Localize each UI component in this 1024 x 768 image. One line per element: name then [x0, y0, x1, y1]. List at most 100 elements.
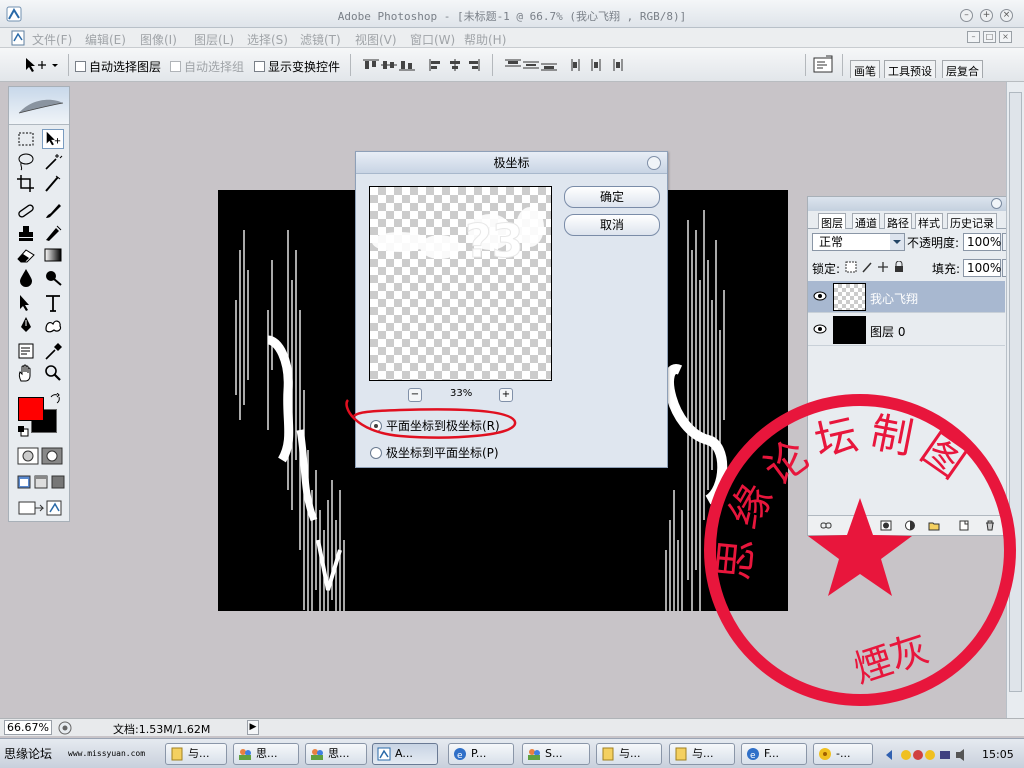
distribute-left-icon[interactable]	[570, 59, 588, 71]
status-info-icon[interactable]	[58, 721, 72, 735]
distribute-bottom-icon[interactable]	[540, 59, 558, 71]
align-vcenter-icon[interactable]	[380, 59, 398, 71]
right-scrollbar[interactable]	[1006, 82, 1024, 718]
taskbar-button-10[interactable]: -...	[813, 743, 873, 765]
eye-icon[interactable]	[813, 291, 827, 301]
menu-filter[interactable]: 滤镜(T)	[300, 31, 341, 48]
blur-tool-icon[interactable]	[15, 267, 37, 287]
new-group-icon[interactable]	[928, 520, 940, 531]
standard-mode-icon[interactable]	[17, 447, 39, 465]
marquee-tool-icon[interactable]	[15, 129, 37, 149]
align-hcenter-icon[interactable]	[446, 59, 464, 71]
jump-to-imageready-icon[interactable]	[17, 499, 65, 517]
eraser-tool-icon[interactable]	[15, 245, 37, 265]
layer-row-layer-0[interactable]: 图层 0	[808, 314, 1005, 346]
eye-icon[interactable]	[813, 324, 827, 334]
taskbar-button-6[interactable]: S...	[522, 743, 590, 765]
tab-channels[interactable]: 通道	[852, 213, 880, 230]
restore-button[interactable]: +	[980, 9, 993, 22]
zoom-tool-icon[interactable]	[42, 363, 64, 383]
polar-to-rect-radio[interactable]: 极坐标到平面坐标(P)	[370, 444, 499, 461]
healing-brush-tool-icon[interactable]	[15, 201, 37, 221]
align-bottom-icon[interactable]	[398, 59, 416, 71]
menu-image[interactable]: 图像(I)	[140, 31, 177, 48]
blend-mode-select[interactable]: 正常	[812, 233, 905, 251]
palette-tab-layer-comps[interactable]: 层复合	[942, 60, 983, 78]
align-top-icon[interactable]	[362, 59, 380, 71]
quick-mask-mode-icon[interactable]	[41, 447, 63, 465]
menu-view[interactable]: 视图(V)	[355, 31, 397, 48]
doc-close-button[interactable]: ×	[999, 31, 1012, 43]
taskbar-button-1[interactable]: 与...	[165, 743, 227, 765]
align-right-icon[interactable]	[464, 59, 482, 71]
menu-select[interactable]: 选择(S)	[247, 31, 288, 48]
distribute-right-icon[interactable]	[606, 59, 624, 71]
screen-mode-standard-icon[interactable]	[17, 475, 31, 489]
taskbar-button-photoshop[interactable]: A...	[372, 743, 438, 765]
clone-stamp-tool-icon[interactable]	[15, 223, 37, 243]
default-colors-icon[interactable]	[17, 425, 29, 437]
filter-preview[interactable]: ?3	[369, 186, 552, 381]
layer-row-wo-xin-fei-xiang[interactable]: 我心飞翔	[808, 281, 1005, 313]
taskbar-button-2[interactable]: 思...	[233, 743, 299, 765]
history-brush-tool-icon[interactable]	[42, 223, 64, 243]
taskbar-button-3[interactable]: 思...	[305, 743, 367, 765]
lasso-tool-icon[interactable]	[15, 151, 37, 171]
menu-help[interactable]: 帮助(H)	[464, 31, 506, 48]
opacity-input[interactable]: 100%	[963, 233, 1001, 251]
custom-shape-tool-icon[interactable]	[42, 315, 64, 335]
auto-select-layer-checkbox[interactable]: 自动选择图层	[75, 58, 161, 75]
pen-tool-icon[interactable]	[15, 315, 37, 335]
gradient-tool-icon[interactable]	[42, 245, 64, 265]
palette-tab-tool-presets[interactable]: 工具预设	[884, 60, 936, 78]
delete-layer-icon[interactable]	[984, 520, 996, 531]
cancel-button[interactable]: 取消	[564, 214, 660, 236]
scrollbar-thumb[interactable]	[1009, 92, 1022, 692]
panel-collapse-icon[interactable]	[991, 198, 1002, 209]
screen-mode-full-menu-icon[interactable]	[34, 475, 48, 489]
link-layers-icon[interactable]	[820, 520, 832, 531]
doc-restore-button[interactable]: □	[983, 31, 996, 43]
palette-well-icon[interactable]	[812, 54, 836, 76]
taskbar-button-7[interactable]: 与...	[596, 743, 662, 765]
show-transform-checkbox[interactable]: 显示变换控件	[254, 58, 340, 75]
path-selection-tool-icon[interactable]	[15, 293, 37, 313]
system-tray-icons[interactable]	[884, 748, 974, 762]
menu-edit[interactable]: 编辑(E)	[85, 31, 126, 48]
auto-select-group-checkbox[interactable]: 自动选择组	[170, 58, 244, 75]
align-left-icon[interactable]	[428, 59, 446, 71]
brush-tool-icon[interactable]	[42, 201, 64, 221]
taskbar-button-9[interactable]: e F...	[741, 743, 807, 765]
layer-mask-icon[interactable]	[880, 520, 892, 531]
adjustment-layer-icon[interactable]	[904, 520, 916, 531]
status-menu-button[interactable]: ▶	[247, 720, 259, 735]
document-icon[interactable]	[10, 30, 26, 46]
screen-mode-full-icon[interactable]	[51, 475, 65, 489]
new-layer-icon[interactable]	[958, 520, 970, 531]
palette-tab-brushes[interactable]: 画笔	[850, 60, 880, 78]
hand-tool-icon[interactable]	[15, 363, 37, 383]
slice-tool-icon[interactable]	[42, 173, 64, 193]
minimize-button[interactable]: –	[960, 9, 973, 22]
tab-styles[interactable]: 样式	[915, 213, 943, 230]
move-tool-preset-icon[interactable]	[22, 56, 62, 74]
menu-window[interactable]: 窗口(W)	[410, 31, 455, 48]
fill-input[interactable]: 100%	[963, 259, 1001, 277]
distribute-top-icon[interactable]	[504, 59, 522, 71]
taskbar-button-5[interactable]: e P...	[448, 743, 514, 765]
swap-colors-icon[interactable]	[49, 393, 61, 405]
status-zoom-field[interactable]: 66.67%	[4, 720, 52, 735]
taskbar-button-8[interactable]: 与...	[669, 743, 735, 765]
foreground-color-swatch[interactable]	[18, 397, 44, 421]
tab-history[interactable]: 历史记录	[947, 213, 997, 230]
close-button[interactable]: ×	[1000, 9, 1013, 22]
menu-file[interactable]: 文件(F)	[32, 31, 72, 48]
eyedropper-tool-icon[interactable]	[42, 341, 64, 361]
lock-icons[interactable]	[845, 261, 905, 273]
dialog-close-icon[interactable]	[647, 156, 661, 170]
doc-minimize-button[interactable]: –	[967, 31, 980, 43]
dodge-tool-icon[interactable]	[42, 267, 64, 287]
distribute-vcenter-icon[interactable]	[522, 59, 540, 71]
magic-wand-tool-icon[interactable]	[42, 151, 64, 171]
distribute-hcenter-icon[interactable]	[588, 59, 606, 71]
